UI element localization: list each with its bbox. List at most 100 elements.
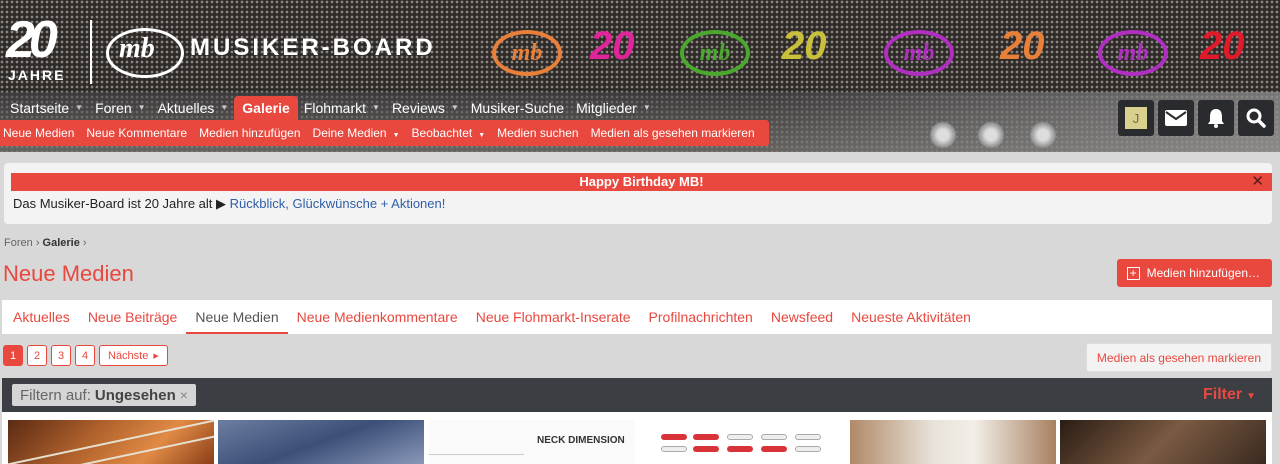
tab-newsfeed[interactable]: Newsfeed bbox=[762, 300, 842, 334]
notice-title: Happy Birthday MB! ✕ bbox=[11, 173, 1272, 191]
tab-aktuelles[interactable]: Aktuelles bbox=[4, 300, 79, 334]
page-4[interactable]: 4 bbox=[75, 345, 95, 366]
nav-flohmarkt[interactable]: Flohmarkt ▼ bbox=[298, 96, 386, 120]
mb-decoration-icon: mb bbox=[680, 30, 750, 76]
subnav-neue-kommentare[interactable]: Neue Kommentare bbox=[82, 126, 195, 140]
anniversary-word: JAHRE bbox=[8, 67, 66, 83]
page-3[interactable]: 3 bbox=[51, 345, 71, 366]
envelope-icon bbox=[1165, 110, 1187, 126]
tab-profilnachrichten[interactable]: Profilnachrichten bbox=[640, 300, 762, 334]
play-icon: ▶ bbox=[216, 196, 227, 211]
media-thumbnail[interactable] bbox=[1060, 420, 1266, 464]
add-media-button[interactable]: + Medien hinzufügen… bbox=[1116, 259, 1272, 287]
subnav-medien-suchen[interactable]: Medien suchen bbox=[493, 126, 586, 140]
alerts-button[interactable] bbox=[1198, 100, 1234, 136]
notice-box: Happy Birthday MB! ✕ Das Musiker-Board i… bbox=[4, 163, 1272, 224]
whats-new-tabs: Aktuelles Neue Beiträge Neue Medien Neue… bbox=[2, 300, 1272, 334]
next-page-button[interactable]: Nächste ▶ bbox=[99, 345, 168, 366]
close-icon[interactable]: ✕ bbox=[1251, 173, 1264, 191]
mb-decoration-icon: mb bbox=[884, 30, 954, 76]
amp-knob bbox=[1030, 122, 1056, 148]
divider bbox=[429, 454, 524, 455]
chevron-down-icon[interactable]: ▼ bbox=[220, 96, 228, 120]
main-nav: Startseite ▼ Foren ▼ Aktuelles ▼ Galerie Fl… bbox=[0, 96, 657, 120]
tab-neue-medienkommentare[interactable]: Neue Medienkommentare bbox=[288, 300, 467, 334]
subnav-mark-seen[interactable]: Medien als gesehen markieren bbox=[587, 126, 763, 140]
account-button[interactable]: J bbox=[1118, 100, 1154, 136]
page-2[interactable]: 2 bbox=[27, 345, 47, 366]
pickup-icon bbox=[727, 446, 753, 452]
nav-reviews[interactable]: Reviews ▼ bbox=[386, 96, 465, 120]
amp-knob bbox=[978, 122, 1004, 148]
pickup-icon bbox=[661, 446, 687, 452]
chevron-down-icon[interactable]: ▼ bbox=[393, 132, 400, 139]
breadcrumb-galerie[interactable]: Galerie bbox=[43, 237, 80, 249]
remove-filter-icon[interactable]: × bbox=[180, 387, 188, 403]
chevron-down-icon[interactable]: ▼ bbox=[138, 96, 146, 120]
tab-neue-beitraege[interactable]: Neue Beiträge bbox=[79, 300, 187, 334]
tab-neue-medien[interactable]: Neue Medien bbox=[186, 300, 288, 334]
chevron-down-icon[interactable]: ▼ bbox=[75, 96, 83, 120]
twenty-decoration-icon: 20 bbox=[1200, 24, 1245, 68]
filter-bar: Filtern auf: Ungesehen × Filter ▼ bbox=[2, 378, 1272, 412]
mb-logo-icon[interactable]: mb bbox=[106, 28, 184, 78]
anniversary-logo[interactable]: 20 JAHRE bbox=[6, 14, 76, 86]
chevron-down-icon[interactable]: ▼ bbox=[451, 96, 459, 120]
pickup-icon bbox=[661, 434, 687, 440]
nav-mitglieder[interactable]: Mitglieder ▼ bbox=[570, 96, 657, 120]
breadcrumb: Foren › Galerie › bbox=[4, 237, 87, 249]
media-thumbnail[interactable]: NECK DIMENSION bbox=[429, 420, 635, 464]
media-thumbnail[interactable] bbox=[218, 420, 424, 464]
bell-icon bbox=[1208, 109, 1224, 128]
inbox-button[interactable] bbox=[1158, 100, 1194, 136]
nav-startseite[interactable]: Startseite ▼ bbox=[0, 96, 89, 120]
breadcrumb-foren[interactable]: Foren bbox=[4, 237, 33, 249]
notice-link[interactable]: Rückblick, Glückwünsche + Aktionen! bbox=[230, 196, 446, 211]
media-grid: NECK DIMENSION bbox=[2, 412, 1272, 464]
chevron-down-icon[interactable]: ▼ bbox=[478, 132, 485, 139]
pickup-icon bbox=[795, 434, 821, 440]
thumbnail-caption: NECK DIMENSION bbox=[537, 435, 625, 446]
pickup-icon bbox=[761, 446, 787, 452]
chevron-right-icon: ▶ bbox=[153, 352, 159, 360]
subnav-medien-hinzufuegen[interactable]: Medien hinzufügen bbox=[195, 126, 308, 140]
media-thumbnail[interactable] bbox=[8, 420, 214, 464]
amp-knob bbox=[930, 122, 956, 148]
chevron-right-icon: › bbox=[35, 237, 43, 249]
twenty-decoration-icon: 20 bbox=[590, 24, 635, 68]
pagination: 1 2 3 4 Nächste ▶ bbox=[3, 345, 168, 366]
subnav-deine-medien[interactable]: Deine Medien ▼ bbox=[309, 126, 408, 140]
pickup-icon bbox=[761, 434, 787, 440]
chevron-down-icon[interactable]: ▼ bbox=[643, 96, 651, 120]
pickup-icon bbox=[693, 446, 719, 452]
logo-divider bbox=[90, 20, 92, 84]
mark-seen-button[interactable]: Medien als gesehen markieren bbox=[1085, 343, 1272, 372]
nav-musiker-suche[interactable]: Musiker-Suche bbox=[465, 96, 570, 120]
tab-neue-flohmarkt-inserate[interactable]: Neue Flohmarkt-Inserate bbox=[467, 300, 640, 334]
anniversary-number: 20 bbox=[6, 11, 58, 69]
media-thumbnail[interactable] bbox=[850, 420, 1056, 464]
sub-nav: Neue Medien Neue Kommentare Medien hinzu… bbox=[0, 120, 769, 146]
mb-decoration-icon: mb bbox=[1098, 30, 1168, 76]
brand-name[interactable]: MUSIKER-BOARD bbox=[190, 36, 436, 60]
chevron-right-icon: › bbox=[82, 237, 87, 249]
chevron-down-icon[interactable]: ▼ bbox=[372, 96, 380, 120]
subnav-beobachtet[interactable]: Beobachtet ▼ bbox=[408, 126, 494, 140]
nav-galerie[interactable]: Galerie bbox=[234, 96, 298, 120]
nav-foren[interactable]: Foren ▼ bbox=[89, 96, 152, 120]
twenty-decoration-icon: 20 bbox=[1000, 24, 1045, 68]
user-tools: J bbox=[1118, 100, 1274, 136]
page-1[interactable]: 1 bbox=[3, 345, 23, 366]
media-thumbnail[interactable] bbox=[639, 420, 845, 464]
tab-neueste-aktivitaeten[interactable]: Neueste Aktivitäten bbox=[842, 300, 980, 334]
nav-aktuelles[interactable]: Aktuelles ▼ bbox=[152, 96, 235, 120]
search-button[interactable] bbox=[1238, 100, 1274, 136]
chevron-down-icon: ▼ bbox=[1246, 391, 1256, 402]
filter-chip[interactable]: Filtern auf: Ungesehen × bbox=[12, 384, 196, 406]
subnav-neue-medien[interactable]: Neue Medien bbox=[0, 126, 82, 140]
filter-toggle[interactable]: Filter ▼ bbox=[1203, 386, 1256, 404]
twenty-decoration-icon: 20 bbox=[782, 24, 827, 68]
pickup-icon bbox=[693, 434, 719, 440]
search-icon bbox=[1246, 108, 1266, 128]
mb-decoration-icon: mb bbox=[492, 30, 562, 76]
